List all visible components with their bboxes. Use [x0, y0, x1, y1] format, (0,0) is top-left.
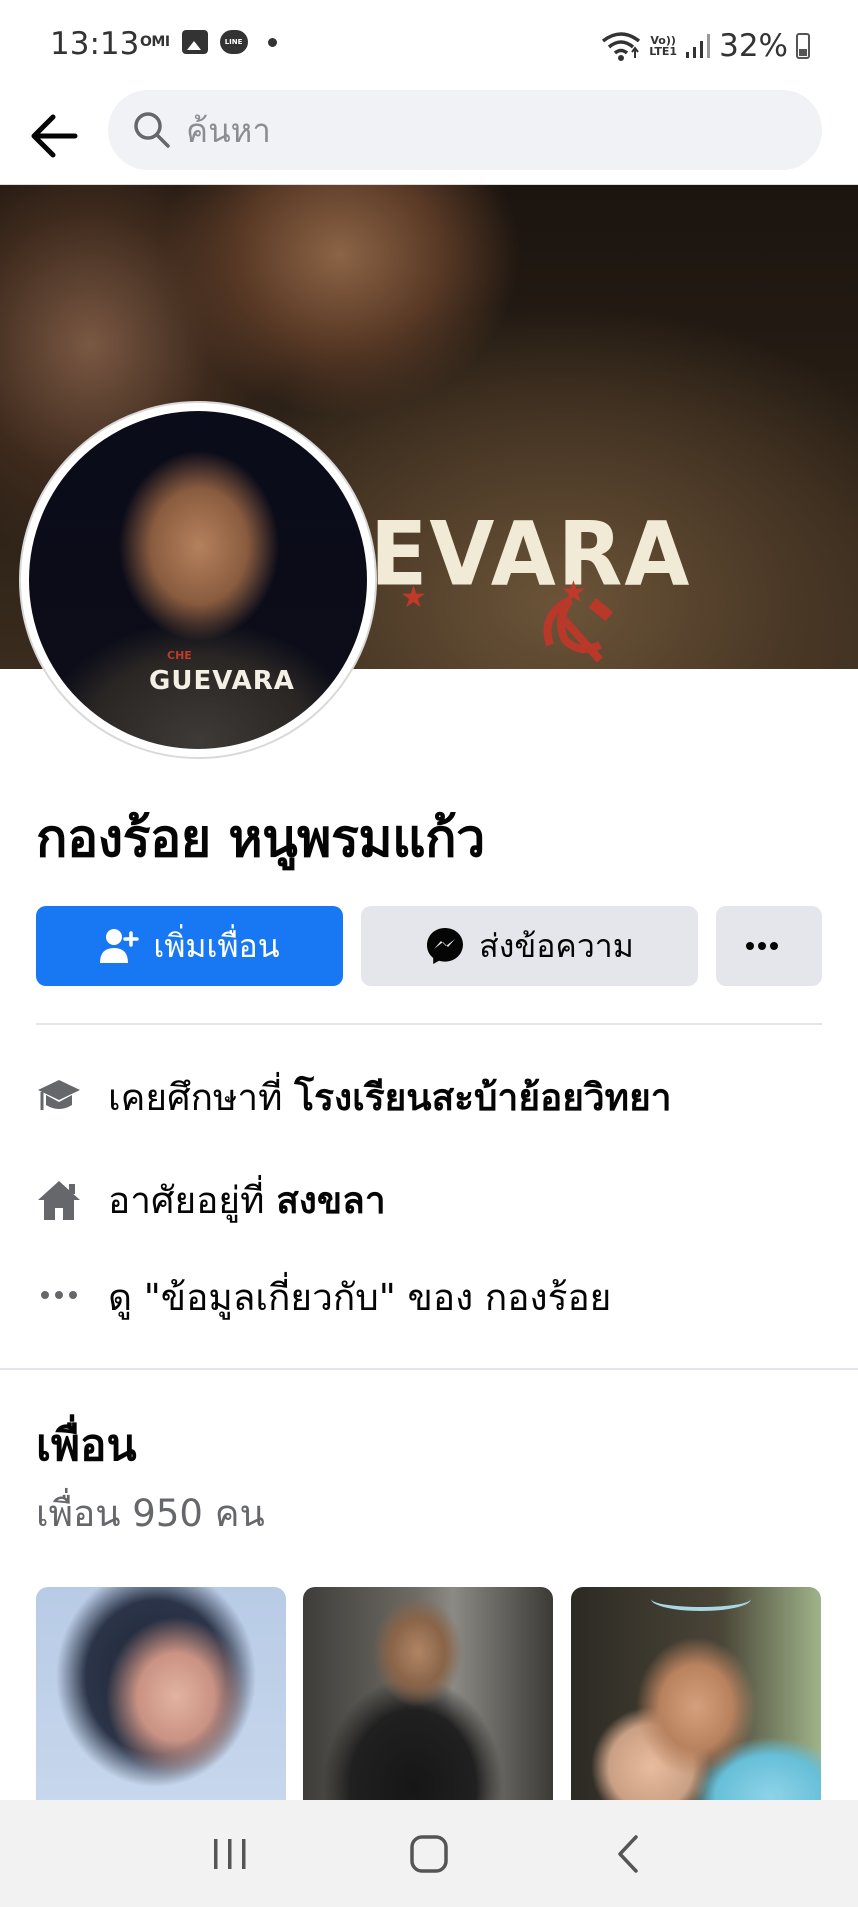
profile-picture-image: CHE GUEVARA — [29, 411, 367, 749]
line-app-icon: LINE — [219, 30, 248, 54]
divider — [36, 1023, 822, 1025]
friend-thumbnail[interactable] — [571, 1587, 821, 1802]
education-school-link[interactable]: โรงเรียนสะบ้าย้อยวิทยา — [294, 1068, 671, 1127]
message-label: ส่งข้อความ — [479, 926, 634, 965]
intro-education: เคยศึกษาที่ โรงเรียนสะบ้าย้อยวิทยา — [36, 1067, 836, 1127]
education-prefix: เคยศึกษาที่ — [108, 1075, 295, 1119]
wifi-icon — [602, 32, 641, 61]
profile-picture[interactable]: CHE GUEVARA — [19, 401, 377, 759]
friends-section-title[interactable]: เพื่อน — [36, 1410, 137, 1480]
battery-icon — [796, 33, 810, 59]
gallery-icon — [181, 30, 208, 54]
home-icon — [36, 1177, 82, 1223]
back-nav-button[interactable] — [588, 1814, 668, 1894]
recent-apps-icon — [213, 1838, 246, 1869]
tiara-decoration — [651, 1587, 751, 1611]
omi-icon: OMI — [140, 34, 170, 50]
more-options-button[interactable] — [716, 906, 822, 986]
home-nav-icon — [410, 1834, 448, 1873]
recent-apps-button[interactable] — [190, 1814, 270, 1894]
lives-city-link[interactable]: สงขลา — [276, 1171, 385, 1230]
see-about-link[interactable]: ดู "ข้อมูลเกี่ยวกับ" ของ กองร้อย — [108, 1268, 611, 1327]
lives-prefix: อาศัยอยู่ที่ — [108, 1178, 277, 1222]
search-input[interactable] — [186, 110, 746, 150]
section-divider — [0, 1368, 858, 1370]
profile-actions: เพิ่มเพื่อน ส่งข้อความ — [36, 906, 822, 986]
messenger-icon — [427, 928, 464, 964]
intro-see-about[interactable]: ดู "ข้อมูลเกี่ยวกับ" ของ กองร้อย — [36, 1267, 836, 1327]
friend-thumbnail[interactable] — [36, 1587, 286, 1802]
star-icon: ★ — [400, 580, 427, 615]
status-time: 13:13 — [50, 26, 140, 62]
more-icon — [746, 942, 778, 950]
message-button[interactable]: ส่งข้อความ — [361, 906, 698, 986]
battery-percent: 32% — [719, 28, 788, 64]
profile-shirt-text: GUEVARA — [149, 666, 295, 696]
profile-shirt-subtext: CHE — [167, 649, 192, 662]
status-bar: 13:13 OMI LINE Vo)) LTE1 32% — [0, 0, 858, 90]
add-friend-label: เพิ่มเพื่อน — [153, 926, 280, 965]
back-button[interactable] — [22, 104, 86, 168]
hammer-sickle-icon — [543, 596, 614, 663]
profile-name: กองร้อย หนูพรมแก้ว — [36, 809, 485, 869]
ellipsis-icon — [36, 1274, 82, 1320]
friends-count: เพื่อน 950 คน — [36, 1492, 265, 1535]
back-nav-icon — [618, 1834, 639, 1873]
signal-icon — [686, 34, 711, 58]
search-bar[interactable] — [108, 90, 822, 170]
intro-lives-in: อาศัยอยู่ที่ สงขลา — [36, 1170, 836, 1230]
education-icon — [36, 1074, 82, 1120]
back-arrow-icon — [31, 114, 78, 158]
add-friend-button[interactable]: เพิ่มเพื่อน — [36, 906, 343, 986]
more-notifications-dot-icon — [267, 37, 277, 47]
system-status-icons: Vo)) LTE1 32% — [601, 28, 810, 64]
home-nav-button[interactable] — [389, 1814, 469, 1894]
lte-label: LTE1 — [649, 45, 678, 58]
volte-lte-icon: Vo)) LTE1 — [649, 35, 677, 57]
system-navigation-bar — [0, 1800, 858, 1907]
add-friend-icon — [100, 929, 140, 963]
notification-icons: OMI LINE — [140, 30, 277, 54]
friend-thumbnail[interactable] — [303, 1587, 553, 1802]
top-search-bar — [0, 90, 858, 185]
search-icon — [134, 112, 170, 148]
